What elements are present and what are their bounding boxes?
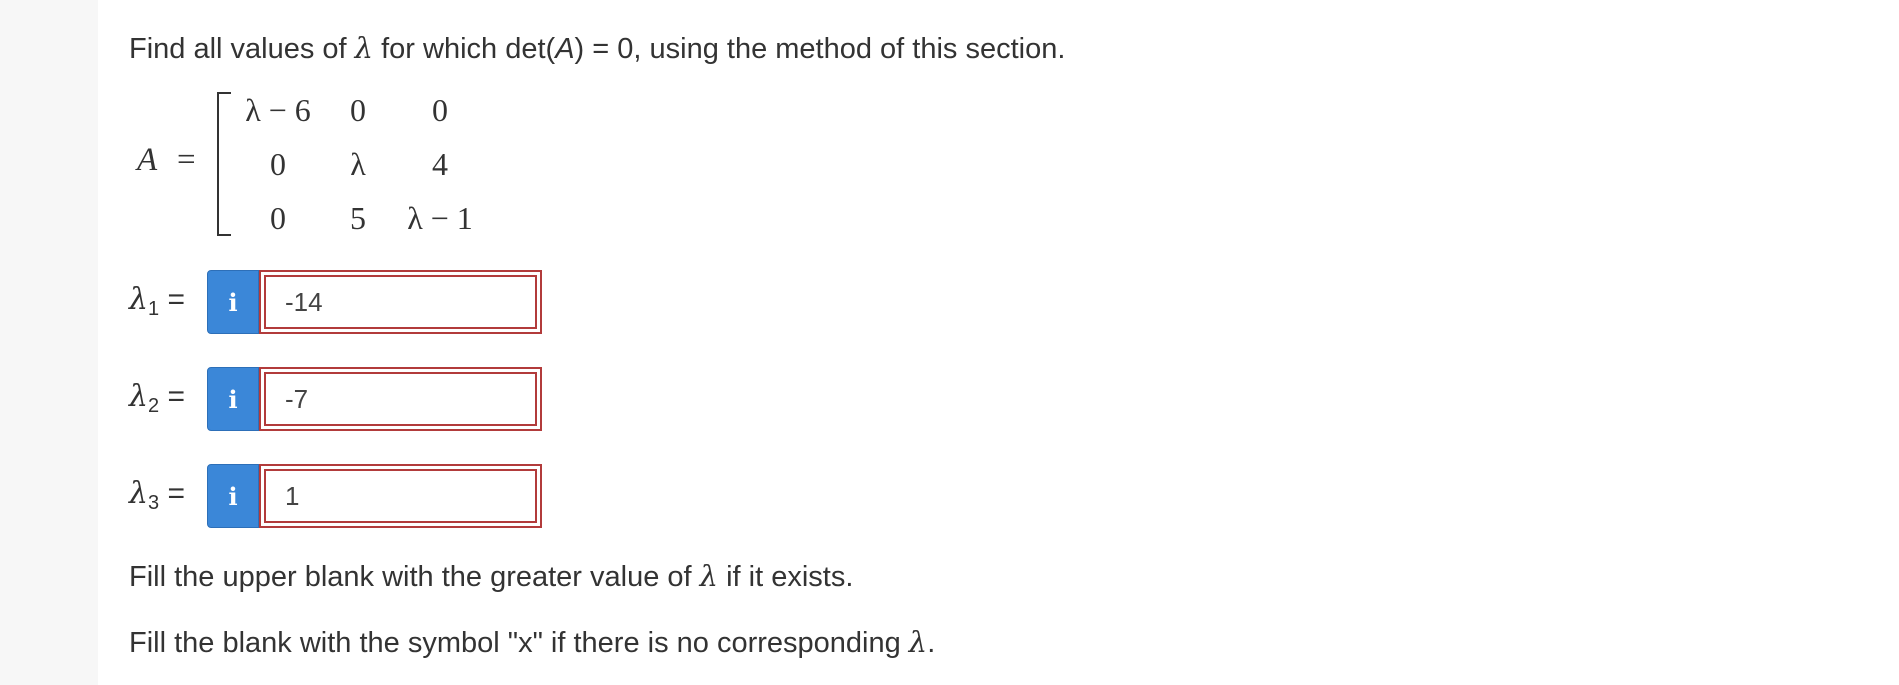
info-icon: i — [228, 481, 238, 511]
answer-label-1: λ1 = — [129, 282, 185, 321]
instruction-1-end: if it exists. — [718, 561, 854, 593]
prompt-text-end: ) = 0, using the method of this section. — [574, 33, 1066, 65]
answer-1-subscript: 1 — [148, 298, 160, 320]
question-content: Find all values of λ for which det(A) = … — [129, 0, 1829, 685]
answer-2-subscript: 2 — [148, 395, 160, 417]
left-gutter — [0, 0, 98, 685]
prompt-matrix-var: A — [555, 33, 575, 65]
answer-1-equals: = — [159, 283, 185, 316]
matrix-cell-r1c1: λ − 6 — [245, 92, 311, 128]
instruction-2-start: Fill the blank with the symbol "x" if th… — [129, 627, 909, 659]
matrix-name: A — [137, 142, 158, 178]
matrix-cell-r2c2: λ — [350, 146, 366, 182]
answer-row-3: λ3 = i — [129, 464, 569, 528]
answer-input-2[interactable] — [259, 367, 542, 431]
matrix-cell-r3c3: λ − 1 — [407, 200, 473, 236]
question-prompt: Find all values of λ for which det(A) = … — [129, 30, 1065, 67]
matrix-a: A = λ − 6 0 0 0 λ 4 0 5 λ − 1 — [137, 88, 537, 240]
answer-label-2: λ2 = — [129, 379, 185, 418]
prompt-lambda: λ — [354, 31, 374, 65]
instruction-1-lambda: λ — [699, 559, 719, 593]
info-icon-button-1[interactable]: i — [207, 270, 259, 334]
answer-row-2: λ2 = i — [129, 367, 569, 431]
info-icon: i — [228, 287, 238, 317]
instruction-2-end: . — [927, 627, 936, 659]
answer-row-1: λ1 = i — [129, 270, 569, 334]
info-icon-button-3[interactable]: i — [207, 464, 259, 528]
matrix-grid: λ − 6 0 0 0 λ 4 0 5 λ − 1 — [233, 92, 613, 236]
answer-input-3[interactable] — [259, 464, 542, 528]
prompt-text-start: Find all values of — [129, 33, 355, 65]
answer-2-equals: = — [159, 380, 185, 413]
answer-label-3: λ3 = — [129, 476, 185, 515]
answer-3-subscript: 3 — [148, 492, 160, 514]
answer-1-lambda: λ — [129, 282, 149, 317]
answer-3-equals: = — [159, 477, 185, 510]
matrix-equals: = — [177, 142, 196, 178]
info-icon: i — [228, 384, 238, 414]
matrix-cell-r1c2: 0 — [350, 92, 366, 128]
matrix-cell-r2c3: 4 — [432, 146, 448, 182]
answer-2-lambda: λ — [129, 379, 149, 414]
answer-input-1[interactable] — [259, 270, 542, 334]
instruction-line-1: Fill the upper blank with the greater va… — [129, 558, 853, 595]
instruction-1-start: Fill the upper blank with the greater va… — [129, 561, 700, 593]
matrix-cell-r3c2: 5 — [350, 200, 366, 236]
matrix-left-bracket — [217, 92, 231, 236]
matrix-cell-r1c3: 0 — [432, 92, 448, 128]
prompt-text-middle: for which det( — [373, 33, 556, 65]
answer-3-lambda: λ — [129, 476, 149, 511]
info-icon-button-2[interactable]: i — [207, 367, 259, 431]
matrix-cell-r3c1: 0 — [270, 200, 286, 236]
instruction-line-2: Fill the blank with the symbol "x" if th… — [129, 624, 935, 661]
instruction-2-lambda: λ — [908, 625, 928, 659]
matrix-cell-r2c1: 0 — [270, 146, 286, 182]
